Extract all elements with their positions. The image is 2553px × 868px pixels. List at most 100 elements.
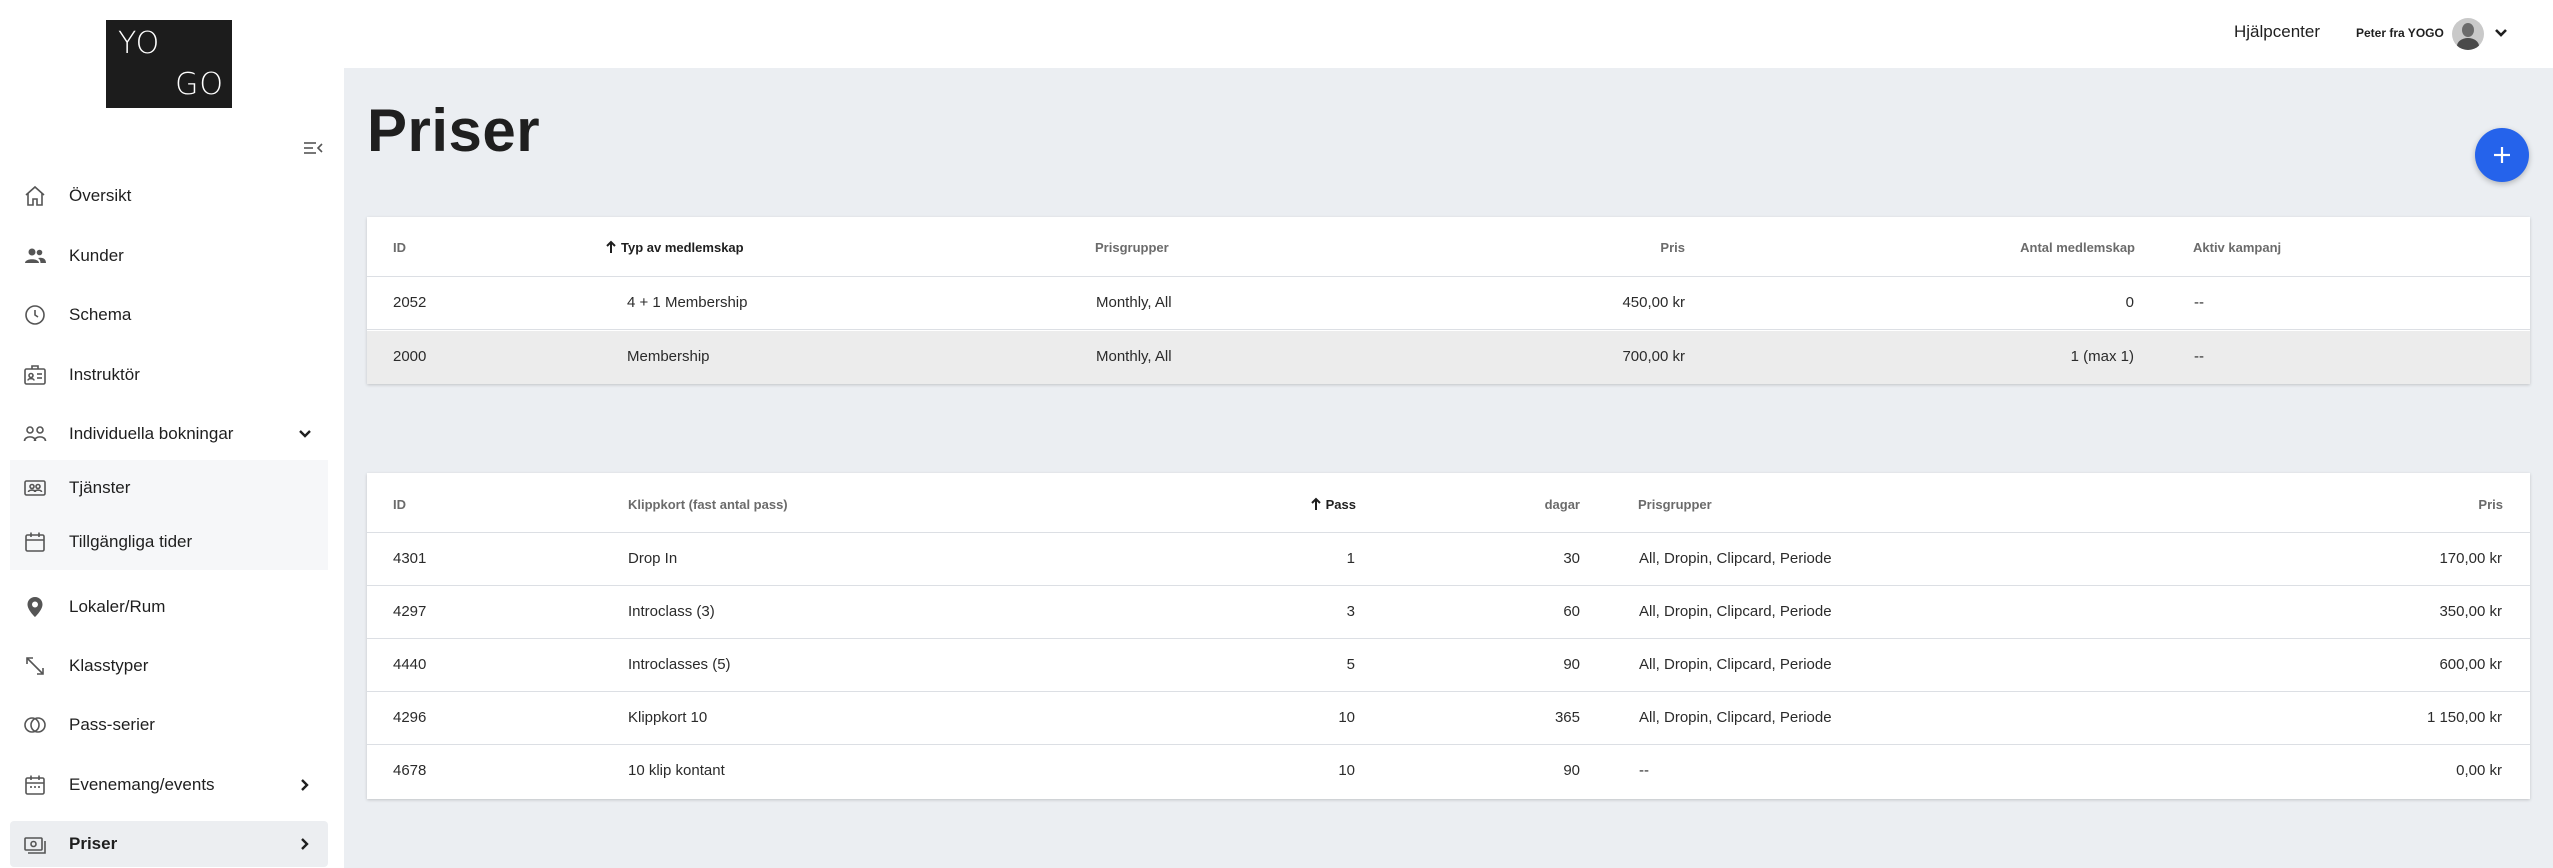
table-row[interactable]: 4440 Introclasses (5) 5 90 All, Dropin, … xyxy=(367,639,2530,692)
user-name[interactable]: Peter fra YOGO xyxy=(2356,26,2444,40)
collapse-sidebar-icon[interactable] xyxy=(302,138,324,158)
cell-type: 4 + 1 Membership xyxy=(627,294,748,311)
calendar-icon xyxy=(22,529,48,555)
arrow-up-icon xyxy=(1310,497,1322,511)
clipcard-table: ID Klippkort (fast antal pass) Pass daga… xyxy=(367,473,2530,799)
column-header-id[interactable]: ID xyxy=(393,497,406,512)
sidebar-item-instruktor[interactable]: Instruktör xyxy=(10,352,328,398)
clock-icon xyxy=(22,302,48,328)
membership-table: ID Typ av medlemskap Prisgrupper Pris An… xyxy=(367,217,2530,384)
column-header-days[interactable]: dagar xyxy=(1545,497,1580,512)
table-row[interactable]: 4296 Klippkort 10 10 365 All, Dropin, Cl… xyxy=(367,692,2530,745)
cell-pass: 1 xyxy=(1346,550,1355,567)
cell-id: 4297 xyxy=(393,603,427,620)
sidebar: YO GO Översikt Kunder Schema Instruktör … xyxy=(0,0,344,868)
sidebar-item-label: Kunder xyxy=(69,246,124,265)
cell-membership-count: 1 (max 1) xyxy=(2070,348,2134,365)
cell-pass: 5 xyxy=(1346,656,1355,673)
sidebar-item-kunder[interactable]: Kunder xyxy=(10,233,328,279)
sidebar-item-label: Instruktör xyxy=(69,365,140,384)
cell-pass: 10 xyxy=(1338,762,1355,779)
cash-icon xyxy=(22,831,48,857)
cell-price-groups: Monthly, All xyxy=(1096,348,1172,365)
cell-days: 365 xyxy=(1554,709,1580,726)
yogo-logo[interactable]: YO GO xyxy=(106,20,232,108)
sidebar-item-evenemang-events[interactable]: Evenemang/events xyxy=(10,762,328,808)
cell-price: 170,00 kr xyxy=(2439,550,2502,567)
location-pin-icon xyxy=(22,594,48,620)
cell-name: Introclasses (5) xyxy=(628,656,731,673)
cell-price-groups: All, Dropin, Clipcard, Periode xyxy=(1639,603,1832,620)
sidebar-item-label: Lokaler/Rum xyxy=(69,597,166,616)
sidebar-item-label: Klasstyper xyxy=(69,656,149,675)
sidebar-item-tjanster[interactable]: Tjänster xyxy=(10,465,328,511)
plus-icon xyxy=(2494,147,2510,163)
column-header-clipcard[interactable]: Klippkort (fast antal pass) xyxy=(628,497,788,512)
column-header-pass[interactable]: Pass xyxy=(1310,497,1356,512)
users-icon xyxy=(22,243,48,269)
chevron-right-icon[interactable] xyxy=(296,835,314,853)
sidebar-item-oversikt[interactable]: Översikt xyxy=(10,173,328,219)
sidebar-item-label: Tillgängliga tider xyxy=(69,532,193,551)
cell-id: 4296 xyxy=(393,709,427,726)
cell-id: 4678 xyxy=(393,762,427,779)
table-row[interactable]: 2052 4 + 1 Membership Monthly, All 450,0… xyxy=(367,277,2530,330)
page-title: Priser xyxy=(367,97,541,164)
rings-icon xyxy=(22,712,48,738)
add-price-button[interactable] xyxy=(2475,128,2529,182)
main-content: Priser ID Typ av medlemskap Prisgrupper … xyxy=(344,68,2553,868)
column-header-price[interactable]: Pris xyxy=(1660,240,1685,255)
table-row[interactable]: 4678 10 klip kontant 10 90 -- 0,00 kr xyxy=(367,745,2530,798)
logo-text-bottom: GO xyxy=(175,67,224,102)
cell-name: Drop In xyxy=(628,550,678,567)
column-header-price[interactable]: Pris xyxy=(2478,497,2503,512)
cell-id: 4440 xyxy=(393,656,427,673)
cell-active-campaign: -- xyxy=(2194,294,2204,311)
column-header-label: Typ av medlemskap xyxy=(621,240,744,255)
cell-pass: 3 xyxy=(1346,603,1355,620)
chevron-right-icon[interactable] xyxy=(296,776,314,794)
cell-days: 90 xyxy=(1563,762,1580,779)
cell-price-groups: -- xyxy=(1639,762,1649,779)
logo-text-top: YO xyxy=(118,26,161,61)
sidebar-item-label: Individuella bokningar xyxy=(69,424,234,443)
column-header-price-groups[interactable]: Prisgrupper xyxy=(1638,497,1712,512)
service-card-icon xyxy=(22,475,48,501)
cell-active-campaign: -- xyxy=(2194,348,2204,365)
column-header-type[interactable]: Typ av medlemskap xyxy=(605,240,744,255)
column-header-price-groups[interactable]: Prisgrupper xyxy=(1095,240,1169,255)
cell-id: 2000 xyxy=(393,348,427,365)
cell-price-groups: All, Dropin, Clipcard, Periode xyxy=(1639,709,1832,726)
cell-id: 4301 xyxy=(393,550,427,567)
cell-membership-count: 0 xyxy=(2125,294,2134,311)
cell-price: 0,00 kr xyxy=(2456,762,2502,779)
column-header-membership-count[interactable]: Antal medlemskap xyxy=(2020,240,2135,255)
arrows-diagonal-icon xyxy=(22,653,48,679)
sidebar-item-klasstyper[interactable]: Klasstyper xyxy=(10,643,328,689)
column-header-label: Pass xyxy=(1325,497,1356,512)
sidebar-item-pass-serier[interactable]: Pass-serier xyxy=(10,702,328,748)
table-header: ID Klippkort (fast antal pass) Pass daga… xyxy=(367,473,2530,533)
people-icon xyxy=(22,421,48,447)
table-header: ID Typ av medlemskap Prisgrupper Pris An… xyxy=(367,217,2530,277)
cell-price: 700,00 kr xyxy=(1622,348,1685,365)
table-row[interactable]: 2000 Membership Monthly, All 700,00 kr 1… xyxy=(367,331,2530,384)
column-header-id[interactable]: ID xyxy=(393,240,406,255)
chevron-down-icon[interactable] xyxy=(296,425,314,443)
sidebar-item-schema[interactable]: Schema xyxy=(10,292,328,338)
sidebar-item-tillgangliga-tider[interactable]: Tillgängliga tider xyxy=(10,519,328,565)
table-row[interactable]: 4301 Drop In 1 30 All, Dropin, Clipcard,… xyxy=(367,533,2530,586)
avatar[interactable] xyxy=(2452,18,2484,50)
sidebar-item-label: Pass-serier xyxy=(69,715,155,734)
chevron-down-icon[interactable] xyxy=(2492,24,2510,42)
sidebar-item-lokaler-rum[interactable]: Lokaler/Rum xyxy=(10,584,328,630)
column-header-active-campaign[interactable]: Aktiv kampanj xyxy=(2193,240,2281,255)
sidebar-item-label: Evenemang/events xyxy=(69,775,215,794)
help-center-link[interactable]: Hjälpcenter xyxy=(2234,22,2320,42)
id-card-icon xyxy=(22,362,48,388)
sidebar-item-priser[interactable]: Priser xyxy=(10,821,328,867)
sidebar-item-label: Översikt xyxy=(69,186,132,205)
table-row[interactable]: 4297 Introclass (3) 3 60 All, Dropin, Cl… xyxy=(367,586,2530,639)
cell-price-groups: All, Dropin, Clipcard, Periode xyxy=(1639,550,1832,567)
sidebar-item-individuella-bokningar[interactable]: Individuella bokningar xyxy=(10,411,328,457)
